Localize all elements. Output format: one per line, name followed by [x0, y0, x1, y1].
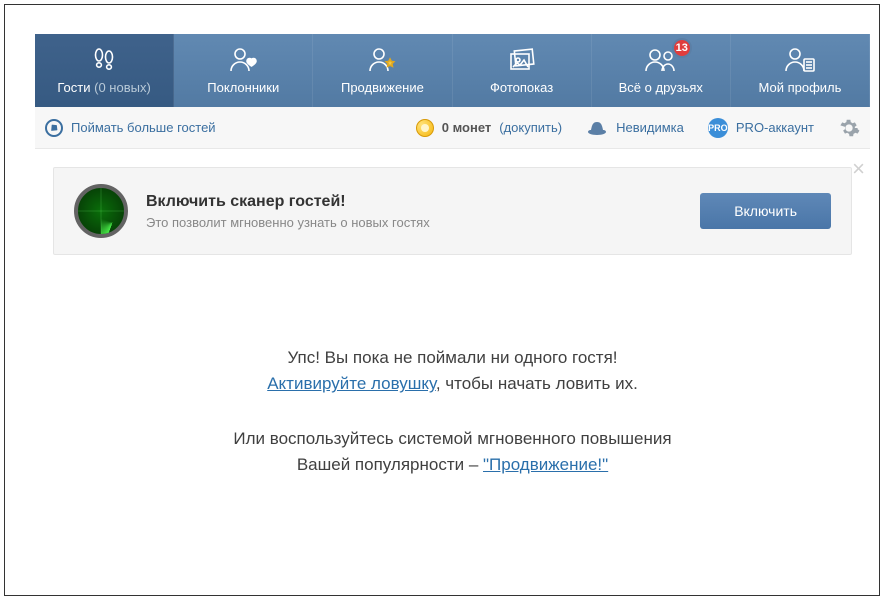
invisible-link[interactable]: Невидимка — [616, 120, 684, 135]
empty-text: Упс! Вы пока не поймали ни одного гостя! — [287, 348, 617, 367]
nav-tab-promotion[interactable]: Продвижение — [313, 34, 452, 107]
footprints-icon — [90, 46, 118, 74]
nav-label: Всё о друзьях — [619, 80, 703, 95]
empty-state: Упс! Вы пока не поймали ни одного гостя!… — [35, 345, 870, 478]
scanner-icon — [74, 184, 128, 238]
nav-tab-profile[interactable]: Мой профиль — [731, 34, 870, 107]
nav-label: Поклонники — [207, 80, 279, 95]
pro-icon: PRO — [708, 118, 728, 138]
empty-text: Вашей популярности – — [297, 455, 483, 474]
nav-label: Мой профиль — [758, 80, 841, 95]
catch-more-link[interactable]: Поймать больше гостей — [71, 120, 216, 135]
nav-tab-photoshow[interactable]: Фотопоказ — [453, 34, 592, 107]
empty-text: , чтобы начать ловить их. — [436, 374, 638, 393]
nav-tab-fans[interactable]: Поклонники — [174, 34, 313, 107]
coin-icon — [416, 119, 434, 137]
nav-tab-guests[interactable]: Гости (0 новых) — [35, 34, 174, 107]
nav-label: Фотопоказ — [490, 80, 553, 95]
nav-tab-friends[interactable]: 13 Всё о друзьях — [592, 34, 731, 107]
promotion-link[interactable]: "Продвижение!" — [483, 455, 608, 474]
banner-subtitle: Это позволит мгновенно узнать о новых го… — [146, 215, 700, 230]
coins-text: 0 монет — [442, 120, 492, 135]
photo-stack-icon — [506, 46, 538, 74]
main-nav: Гости (0 новых) Поклонники — [35, 34, 870, 107]
activate-trap-link[interactable]: Активируйте ловушку — [267, 374, 436, 393]
banner-title: Включить сканер гостей! — [146, 193, 700, 211]
nav-label: Продвижение — [341, 80, 424, 95]
subbar: Поймать больше гостей 0 монет (докупить)… — [35, 107, 870, 149]
close-icon[interactable]: × — [852, 158, 865, 180]
topup-link[interactable]: (докупить) — [499, 120, 562, 135]
badge: 13 — [672, 38, 692, 58]
hat-icon — [586, 119, 608, 137]
empty-text: Или воспользуйтесь системой мгновенного … — [233, 429, 671, 448]
gear-icon[interactable] — [838, 117, 860, 139]
enable-button[interactable]: Включить — [700, 193, 831, 229]
nav-label: Гости (0 новых) — [57, 80, 150, 95]
friends-icon: 13 — [644, 46, 678, 74]
gem-icon — [45, 119, 63, 137]
person-star-icon — [367, 46, 397, 74]
scanner-banner: × Включить сканер гостей! Это позволит м… — [53, 167, 852, 255]
profile-doc-icon — [784, 46, 816, 74]
heart-person-icon — [228, 46, 258, 74]
pro-account-link[interactable]: PRO-аккаунт — [736, 120, 814, 135]
